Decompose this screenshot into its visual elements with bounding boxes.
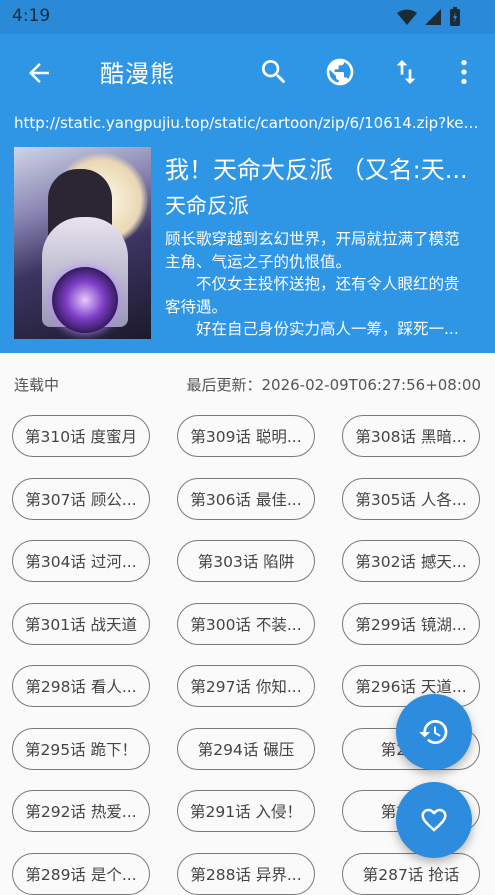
app-bar: 酷漫熊: [0, 34, 495, 110]
chapter-chip[interactable]: 第309话 聪明...: [177, 415, 315, 457]
signal-icon: [425, 9, 441, 25]
comic-subtitle: 天命反派: [165, 194, 249, 218]
status-bar: 4:19: [0, 0, 495, 34]
chapter-label: 第291话 入侵！: [190, 803, 302, 821]
globe-icon[interactable]: [324, 56, 356, 88]
chapter-label: 第302话 撼天...: [355, 553, 467, 571]
chapter-label: 第306话 最佳...: [190, 490, 302, 509]
chapter-chip[interactable]: 第305话 人各...: [342, 477, 480, 520]
chapter-chip[interactable]: 第289话 是个...: [12, 852, 150, 895]
comic-url[interactable]: http://static.yangpujiu.top/static/carto…: [14, 114, 484, 132]
chapter-label: 第299话 镜湖...: [355, 615, 467, 634]
comic-info-row: 连载中 最后更新：2026-02-09T06:27:56+08:00: [14, 374, 481, 394]
chapter-label: 第307话 顾公...: [25, 490, 137, 509]
history-fab[interactable]: [396, 694, 472, 770]
history-icon: [419, 719, 448, 744]
chapter-chip[interactable]: 第287话 抢话: [342, 852, 480, 895]
comic-description: 顾长歌穿越到玄幻世界，开局就拉满了模范 主角、气运之子的仇恨值。 不仅女主投怀送…: [165, 228, 481, 341]
chapter-chip[interactable]: 第308话 黑暗...: [342, 415, 480, 457]
chapter-label: 第295话 跪下！: [25, 740, 137, 759]
chapter-chip[interactable]: 第288话 异界...: [177, 852, 315, 895]
serial-status: 连载中: [14, 376, 60, 394]
description-line: 客待遇。: [165, 297, 228, 316]
chapter-label: 第288话 异界...: [190, 865, 302, 884]
chapter-chip[interactable]: 第299话 镜湖...: [342, 602, 480, 645]
description-line: 好在自己身份实力高人一筹，踩死一...: [165, 320, 459, 338]
chapter-label: 第297话 你知...: [190, 678, 302, 696]
chapter-label: 第308话 黑暗...: [355, 428, 467, 446]
chapter-chip[interactable]: 第294话 碾压: [177, 727, 315, 770]
chapter-label: 第300话 不装...: [190, 615, 302, 634]
chapter-chip[interactable]: 第303话 陷阱: [177, 540, 315, 582]
chapter-chip[interactable]: 第298话 看人...: [12, 665, 150, 707]
chapter-label: 第310话 度蜜月: [25, 428, 137, 446]
chapter-label: 第289话 是个...: [25, 865, 137, 884]
chapter-chip[interactable]: 第292话 热爱...: [12, 790, 150, 832]
description-line: 不仅女主投怀送抱，还有令人眼红的贵: [165, 275, 460, 293]
description-line: 顾长歌穿越到玄幻世界，开局就拉满了模范: [165, 230, 460, 248]
wifi-icon: [397, 9, 417, 25]
chapter-chip[interactable]: 第306话 最佳...: [177, 477, 315, 520]
status-icons: [397, 6, 461, 28]
heart-icon: [421, 808, 447, 832]
search-icon[interactable]: [258, 56, 290, 88]
chapter-label: 第292话 热爱...: [25, 803, 137, 821]
swap-vertical-icon[interactable]: [390, 56, 422, 88]
chapter-label: 第296话 天道...: [355, 678, 467, 696]
last-updated: 最后更新：2026-02-09T06:27:56+08:00: [186, 376, 481, 394]
chapter-label: 第294话 碾压: [197, 740, 295, 759]
app-title: 酷漫熊: [100, 60, 175, 88]
more-vert-icon[interactable]: [448, 56, 480, 88]
comic-title: 我！天命大反派 （又名:天...: [165, 156, 468, 184]
chapter-label: 第303话 陷阱: [197, 553, 295, 571]
chapter-chip[interactable]: 第301话 战天道: [12, 602, 150, 645]
chapter-chip[interactable]: 第297话 你知...: [177, 665, 315, 707]
chapter-chip[interactable]: 第300话 不装...: [177, 602, 315, 645]
chapter-chip[interactable]: 第304话 过河...: [12, 540, 150, 582]
favorite-fab[interactable]: [396, 782, 472, 858]
comic-header: http://static.yangpujiu.top/static/carto…: [0, 110, 495, 353]
arrow-left-icon[interactable]: [24, 58, 54, 88]
battery-icon: [450, 7, 460, 26]
description-line: 主角、气运之子的仇恨值。: [165, 252, 352, 271]
chapter-chip[interactable]: 第310话 度蜜月: [12, 415, 150, 457]
chapter-label: 第301话 战天道: [25, 615, 137, 634]
comic-cover[interactable]: [14, 147, 151, 339]
chapter-label: 第298话 看人...: [25, 678, 137, 696]
chapter-label: 第309话 聪明...: [190, 428, 302, 446]
chapter-chip[interactable]: 第302话 撼天...: [342, 540, 480, 582]
chapter-chip[interactable]: 第295话 跪下！: [12, 727, 150, 770]
chapter-chip[interactable]: 第307话 顾公...: [12, 477, 150, 520]
chapter-label: 第287话 抢话: [362, 865, 460, 884]
chapter-label: 第305话 人各...: [355, 490, 467, 509]
chapter-chip[interactable]: 第291话 入侵！: [177, 790, 315, 832]
status-time: 4:19: [12, 6, 51, 26]
chapter-label: 第304话 过河...: [25, 553, 137, 571]
